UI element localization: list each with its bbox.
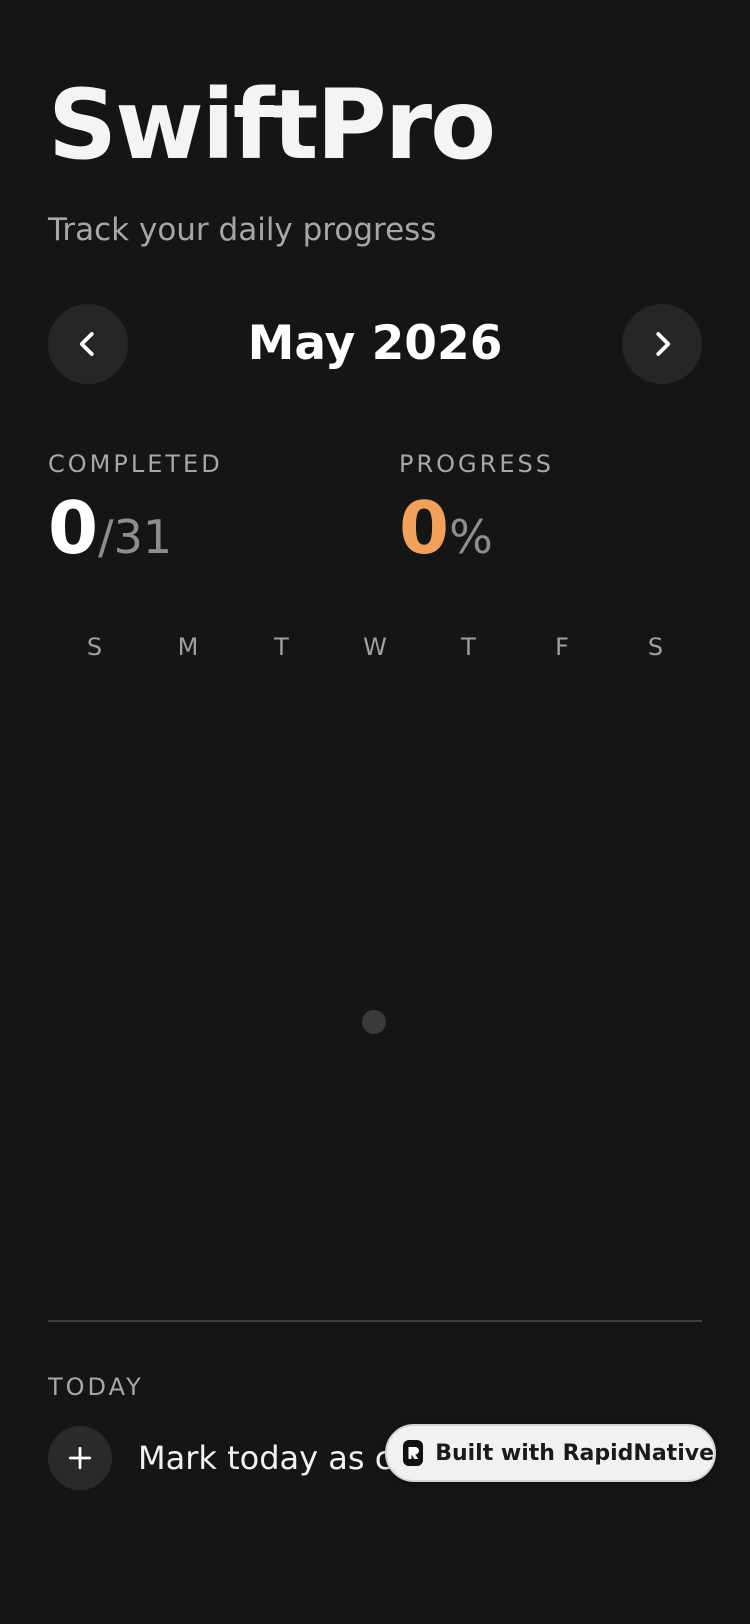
- chevron-right-icon: [656, 332, 671, 356]
- previous-month-button[interactable]: [48, 304, 128, 384]
- weekday-tuesday: T: [274, 633, 289, 661]
- badge-text: Built with RapidNative: [435, 1440, 714, 1466]
- weekday-friday: F: [555, 633, 569, 661]
- progress-value-row: 0%: [399, 488, 554, 588]
- app-subtitle: Track your daily progress: [48, 212, 437, 248]
- weekday-saturday: S: [647, 633, 664, 661]
- progress-label: PROGRESS: [399, 450, 554, 478]
- completed-count: 0: [48, 486, 99, 570]
- next-month-button[interactable]: [622, 304, 702, 384]
- app-screen: SwiftPro Track your daily progress May 2…: [0, 0, 750, 1624]
- month-label: May 2026: [247, 316, 503, 371]
- completed-label: COMPLETED: [48, 450, 223, 478]
- progress-unit: %: [449, 510, 493, 564]
- add-button[interactable]: [48, 1426, 112, 1490]
- chevron-left-icon: [79, 332, 94, 356]
- today-label: TODAY: [48, 1373, 144, 1401]
- progress-percent: 0: [399, 486, 450, 570]
- section-divider: [48, 1320, 702, 1322]
- plus-icon: [68, 1446, 92, 1470]
- weekday-monday: M: [177, 633, 199, 661]
- completed-stat: COMPLETED 0/31: [48, 450, 223, 588]
- weekday-thursday: T: [461, 633, 476, 661]
- weekday-header: S M T W T F S: [48, 630, 702, 664]
- completed-total: /31: [98, 510, 173, 564]
- rapidnative-logo-icon: [403, 1440, 424, 1466]
- weekday-wednesday: W: [363, 633, 387, 661]
- loading-indicator: [362, 1010, 386, 1034]
- built-with-badge[interactable]: Built with RapidNative: [385, 1424, 716, 1482]
- completed-value-row: 0/31: [48, 488, 223, 588]
- progress-stat: PROGRESS 0%: [399, 450, 554, 588]
- app-title: SwiftPro: [48, 69, 496, 181]
- weekday-sunday: S: [86, 633, 103, 661]
